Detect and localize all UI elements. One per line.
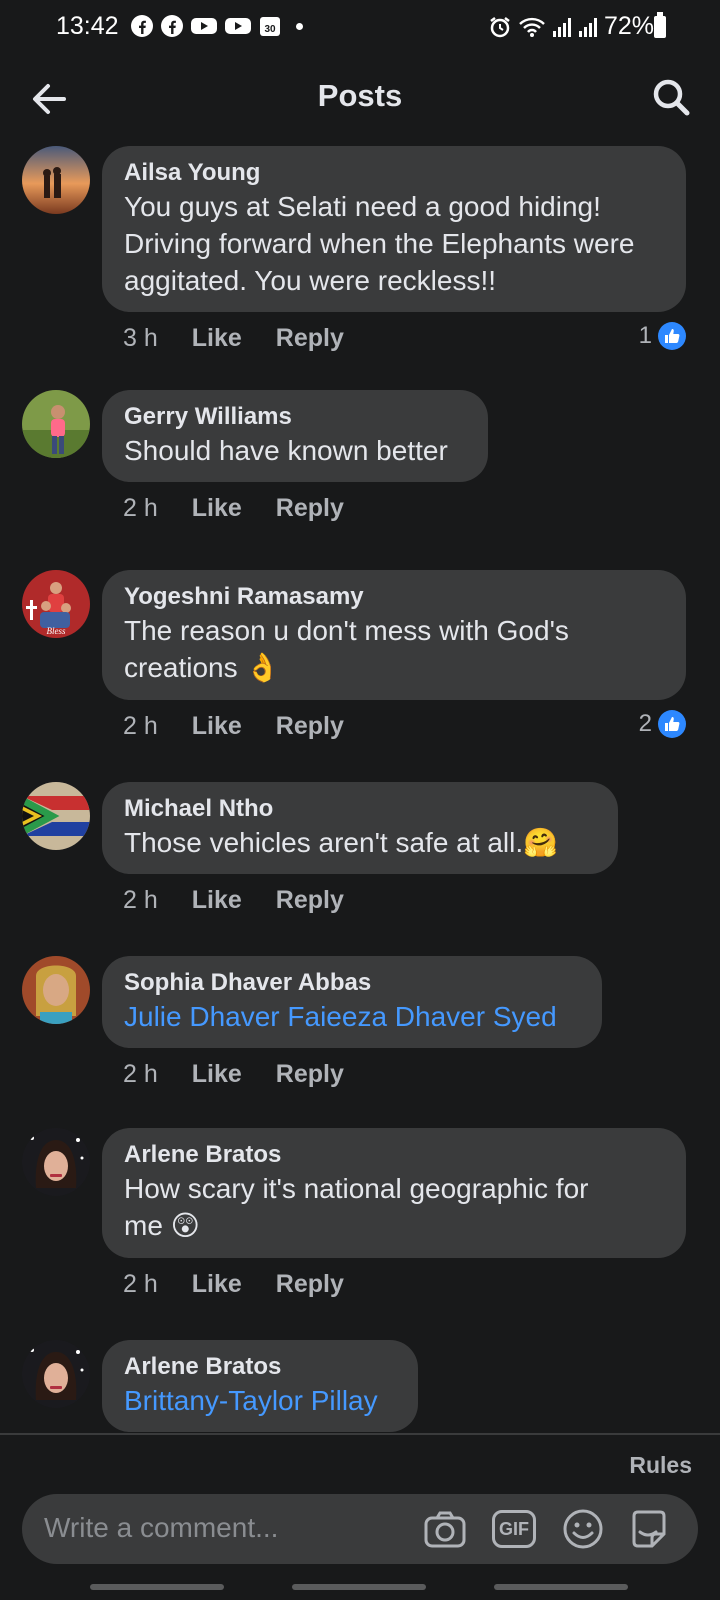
top-app-bar: Posts — [0, 60, 720, 136]
svg-text:Bless: Bless — [47, 626, 66, 636]
emoji-icon[interactable] — [560, 1506, 606, 1552]
battery-percent: 72% — [603, 12, 654, 40]
avatar[interactable] — [22, 782, 90, 850]
comment-bubble: Gerry Williams Should have known better — [102, 390, 488, 482]
reaction-count[interactable]: 2 — [639, 710, 686, 738]
like-button[interactable]: Like — [192, 1270, 242, 1299]
comment-composer: GIF — [22, 1494, 698, 1564]
comment-text-line: me 😲 — [124, 1210, 200, 1241]
comment-text-line: Driving forward when the Elephants were — [124, 228, 635, 259]
comment-text-line: The reason u don't mess with God's — [124, 615, 569, 646]
comment-actions: 2 h Like Reply — [123, 494, 344, 523]
sticker-icon[interactable] — [626, 1506, 672, 1552]
comment-time: 2 h — [123, 886, 158, 914]
status-time: 13:42 — [56, 12, 119, 40]
composer-divider — [0, 1433, 720, 1435]
comment-time: 2 h — [123, 494, 158, 522]
comment-input[interactable] — [44, 1512, 404, 1544]
reaction-count-text: 1 — [638, 322, 652, 349]
reply-button[interactable]: Reply — [276, 712, 344, 741]
comment-actions: 2 h Like Reply — [123, 1270, 344, 1299]
battery-icon — [654, 12, 666, 38]
reaction-count-text: 2 — [638, 710, 652, 737]
facebook-icon — [131, 15, 153, 37]
like-button[interactable]: Like — [192, 886, 242, 915]
comment-text-line: aggitated. You were reckless!! — [124, 265, 497, 296]
avatar[interactable] — [22, 1128, 90, 1196]
svg-text:30: 30 — [264, 24, 276, 35]
comment-author[interactable]: Arlene Bratos — [124, 1352, 396, 1382]
facebook-icon — [161, 15, 183, 37]
reaction-count[interactable]: 1 — [639, 322, 686, 350]
comment-bubble: Arlene Bratos Brittany-Taylor Pillay — [102, 1340, 418, 1432]
avatar[interactable] — [22, 146, 90, 214]
reply-button[interactable]: Reply — [276, 494, 344, 523]
avatar[interactable] — [22, 956, 90, 1024]
comment-author[interactable]: Gerry Williams — [124, 402, 466, 432]
like-button[interactable]: Like — [192, 324, 242, 353]
alarm-icon — [490, 16, 510, 37]
signal-icon — [578, 17, 597, 37]
notification-icons: 30 — [130, 14, 303, 38]
more-notifications-dot — [296, 22, 303, 30]
avatar[interactable] — [22, 390, 90, 458]
mention-link[interactable]: Brittany-Taylor Pillay — [124, 1382, 396, 1419]
nav-handle[interactable] — [494, 1584, 628, 1590]
comment-text-line: Those vehicles aren't safe at all.🤗 — [124, 827, 558, 858]
comment-time: 2 h — [123, 1270, 158, 1298]
comment-author[interactable]: Ailsa Young — [124, 158, 664, 188]
nav-handle[interactable] — [292, 1584, 426, 1590]
comment-bubble: Sophia Dhaver Abbas Julie Dhaver Faieeza… — [102, 956, 602, 1048]
reply-button[interactable]: Reply — [276, 886, 344, 915]
system-nav-bar — [0, 1578, 720, 1600]
comment-text-line: How scary it's national geographic for — [124, 1173, 589, 1204]
rules-link[interactable]: Rules — [629, 1452, 692, 1479]
signal-icon — [552, 17, 571, 37]
comment-bubble: Ailsa Young You guys at Selati need a go… — [102, 146, 686, 312]
wifi-icon — [519, 17, 545, 37]
search-icon[interactable] — [650, 76, 692, 118]
avatar[interactable] — [22, 1340, 90, 1408]
nav-handle[interactable] — [90, 1584, 224, 1590]
avatar[interactable]: Bless — [22, 570, 90, 638]
comment-text-line: Should have known better — [124, 435, 448, 466]
comment-actions: 2 h Like Reply — [123, 712, 344, 741]
reply-button[interactable]: Reply — [276, 1060, 344, 1089]
thumbs-up-icon — [658, 710, 686, 738]
comment-text-line: creations 👌 — [124, 652, 281, 683]
camera-icon[interactable] — [422, 1506, 468, 1552]
calendar-icon: 30 — [260, 17, 280, 36]
comment-author[interactable]: Arlene Bratos — [124, 1140, 664, 1170]
comment-actions: 3 h Like Reply — [123, 324, 344, 353]
page-title: Posts — [317, 78, 403, 113]
comment-bubble: Arlene Bratos How scary it's national ge… — [102, 1128, 686, 1258]
like-button[interactable]: Like — [192, 494, 242, 523]
comment-time: 3 h — [123, 324, 158, 352]
mention-link[interactable]: Julie Dhaver Faieeza Dhaver Syed — [124, 998, 580, 1035]
comment-time: 2 h — [123, 712, 158, 740]
youtube-icon — [225, 18, 251, 34]
system-status: 72% — [488, 12, 654, 41]
comment-time: 2 h — [123, 1060, 158, 1088]
like-button[interactable]: Like — [192, 1060, 242, 1089]
comment-bubble: Michael Ntho Those vehicles aren't safe … — [102, 782, 618, 874]
thumbs-up-icon — [658, 322, 686, 350]
comment-bubble: Yogeshni Ramasamy The reason u don't mes… — [102, 570, 686, 700]
status-bar: 13:42 30 72% — [0, 0, 720, 52]
comment-author[interactable]: Yogeshni Ramasamy — [124, 582, 664, 612]
comment-author[interactable]: Michael Ntho — [124, 794, 596, 824]
comment-text-line: You guys at Selati need a good hiding! — [124, 191, 601, 222]
gif-icon[interactable]: GIF — [492, 1510, 536, 1548]
comment-actions: 2 h Like Reply — [123, 1060, 344, 1089]
comment-author[interactable]: Sophia Dhaver Abbas — [124, 968, 580, 998]
youtube-icon — [191, 18, 217, 34]
reply-button[interactable]: Reply — [276, 1270, 344, 1299]
comment-actions: 2 h Like Reply — [123, 886, 344, 915]
reply-button[interactable]: Reply — [276, 324, 344, 353]
like-button[interactable]: Like — [192, 712, 242, 741]
